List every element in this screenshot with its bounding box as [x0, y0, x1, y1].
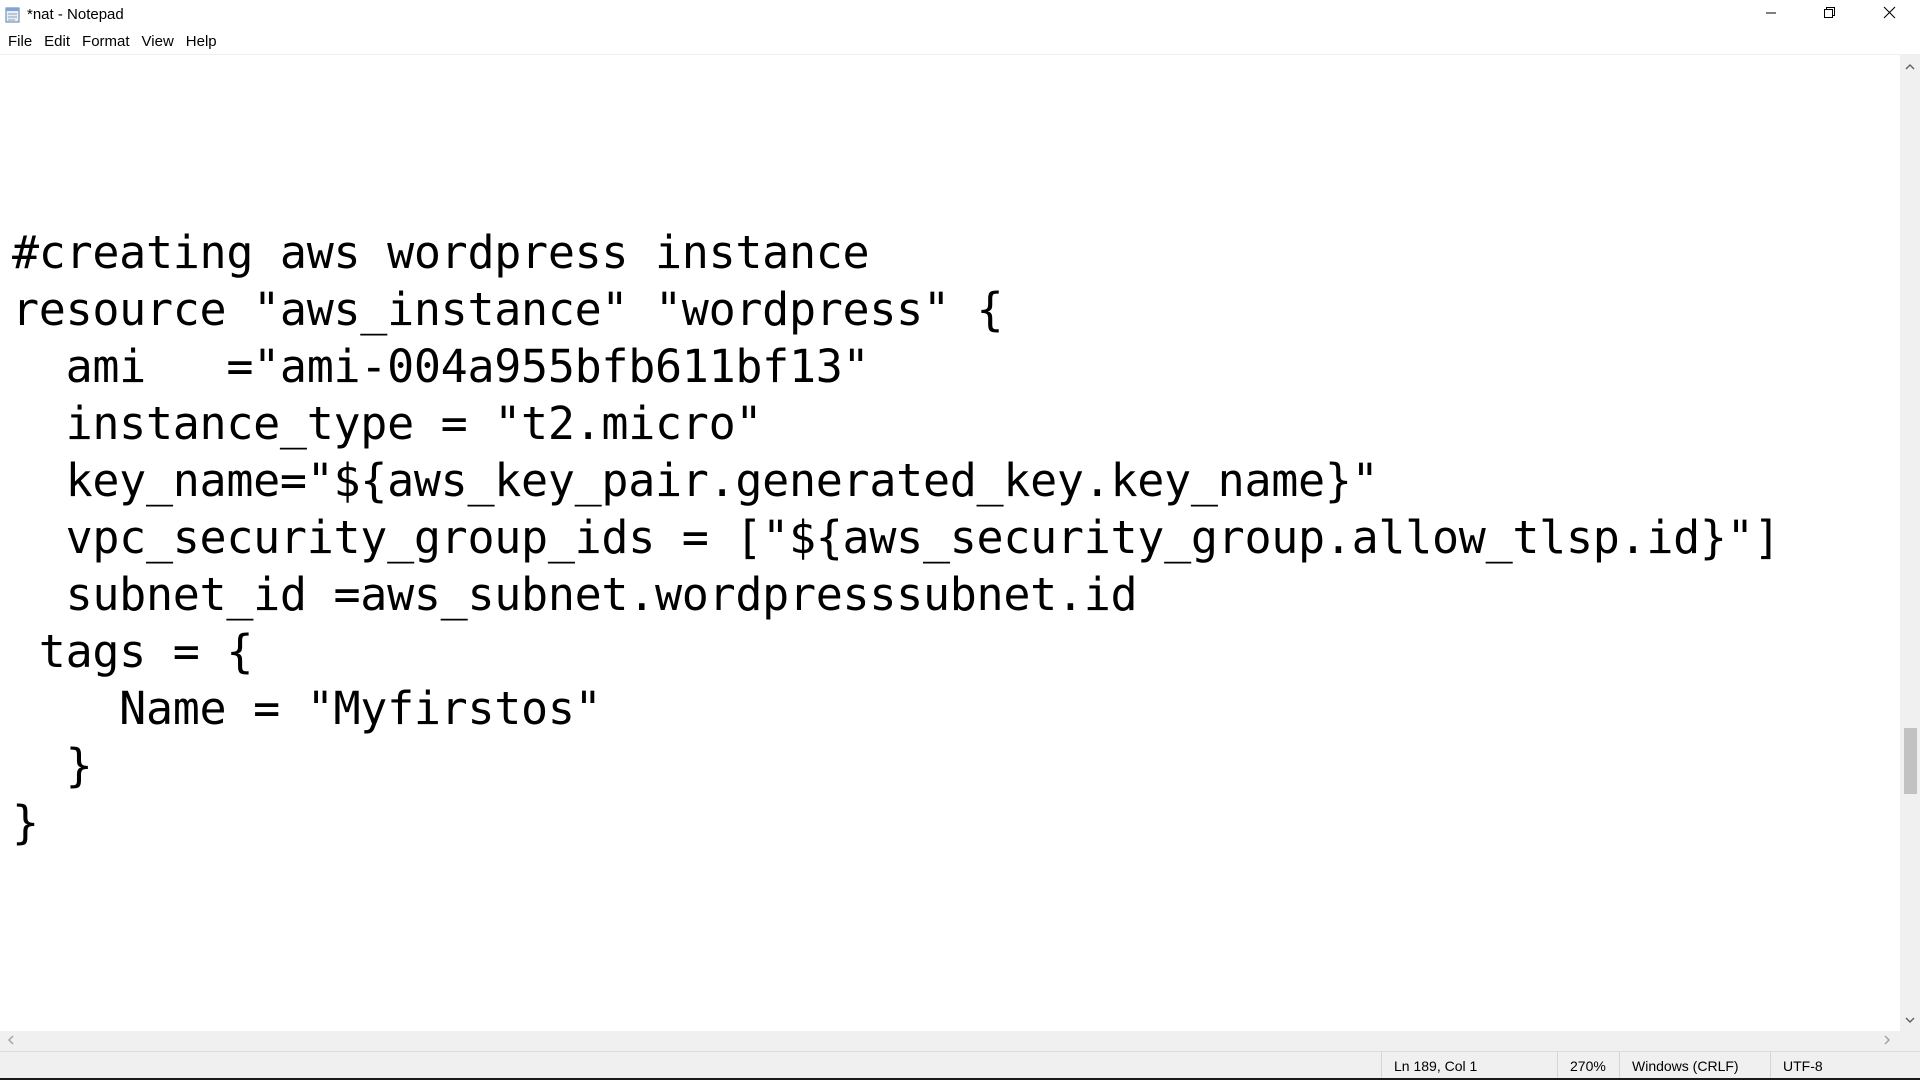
cursor-position: Ln 189, Col 1 [1381, 1052, 1557, 1080]
code-line: instance_type = "t2.micro" [12, 397, 763, 450]
minimize-button[interactable] [1742, 0, 1800, 29]
code-line: tags = { [12, 625, 254, 678]
menu-view[interactable]: View [136, 30, 180, 53]
notepad-icon [5, 6, 21, 23]
vertical-scroll-thumb[interactable] [1904, 728, 1917, 794]
window-title: *nat - Notepad [27, 6, 124, 23]
scroll-right-button[interactable] [1879, 1031, 1896, 1051]
restore-icon [1823, 6, 1836, 24]
title-bar: *nat - Notepad [0, 0, 1920, 29]
code-line: } [12, 796, 39, 849]
code-line: ami ="ami-004a955bfb611bf13" [12, 340, 870, 393]
code-line: } [12, 739, 93, 792]
encoding: UTF-8 [1770, 1052, 1920, 1080]
editor-content[interactable]: #creating aws wordpress instance resource… [12, 224, 1781, 851]
chevron-down-icon [1905, 1011, 1915, 1029]
code-line: resource "aws_instance" "wordpress" { [12, 283, 1004, 336]
scroll-down-button[interactable] [1900, 1011, 1920, 1028]
status-bar: Ln 189, Col 1 270% Windows (CRLF) UTF-8 [0, 1051, 1920, 1080]
scroll-left-button[interactable] [2, 1031, 19, 1051]
horizontal-scrollbar[interactable] [0, 1031, 1900, 1051]
close-button[interactable] [1858, 0, 1920, 29]
minimize-icon [1765, 6, 1777, 24]
menu-format[interactable]: Format [76, 30, 136, 53]
close-icon [1883, 6, 1896, 24]
scrollbar-corner [1900, 1031, 1920, 1051]
menu-file[interactable]: File [2, 30, 38, 53]
menu-bar: File Edit Format View Help [0, 29, 1920, 54]
chevron-up-icon [1905, 57, 1915, 75]
line-ending: Windows (CRLF) [1619, 1052, 1770, 1080]
restore-button[interactable] [1800, 0, 1858, 29]
chevron-right-icon [1884, 1032, 1891, 1050]
zoom-level: 270% [1557, 1052, 1619, 1080]
chevron-left-icon [7, 1032, 14, 1050]
code-line: vpc_security_group_ids = ["${aws_securit… [12, 511, 1781, 564]
menu-edit[interactable]: Edit [38, 30, 76, 53]
code-line: key_name="${aws_key_pair.generated_key.k… [12, 454, 1379, 507]
vertical-scrollbar[interactable] [1900, 55, 1920, 1031]
code-line: Name = "Myfirstos" [12, 682, 602, 735]
scroll-up-button[interactable] [1900, 57, 1920, 74]
code-line: subnet_id =aws_subnet.wordpresssubnet.id [12, 568, 1138, 621]
menu-help[interactable]: Help [180, 30, 223, 53]
code-line: #creating aws wordpress instance [12, 226, 870, 279]
text-editor[interactable]: #creating aws wordpress instance resource… [0, 55, 1900, 1031]
